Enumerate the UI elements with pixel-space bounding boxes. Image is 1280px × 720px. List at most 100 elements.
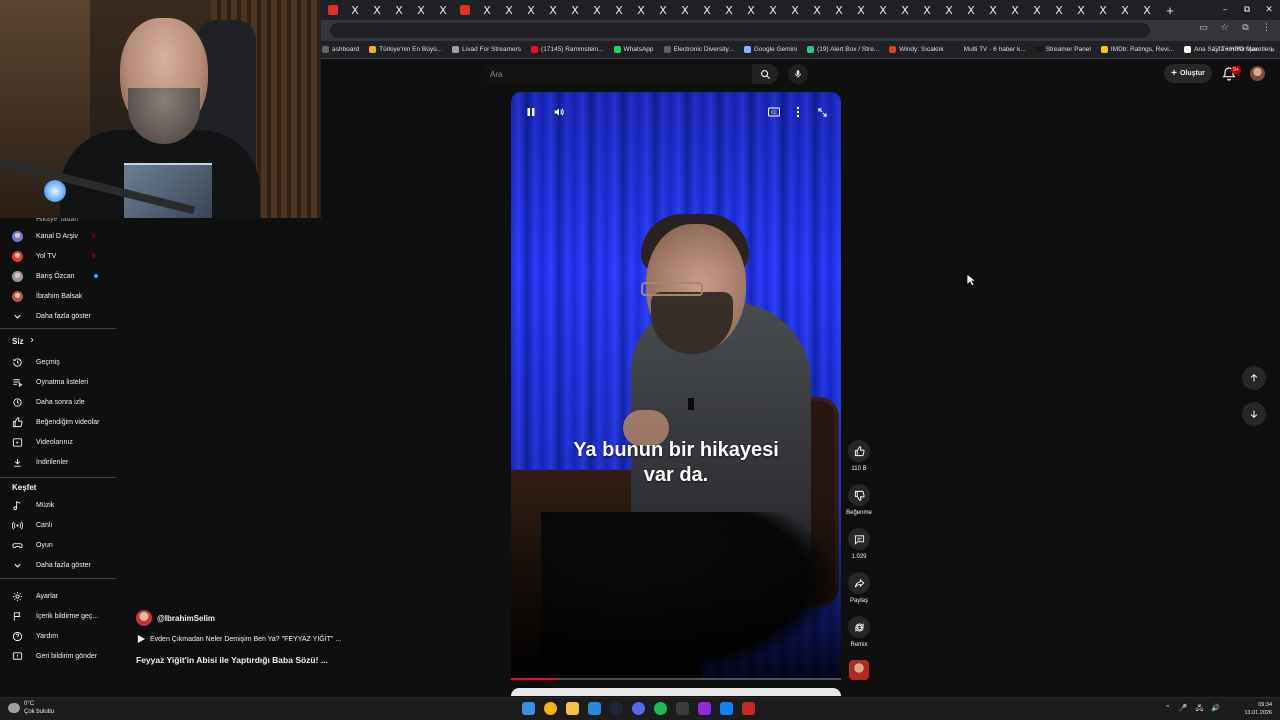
app-icon-purple[interactable] <box>698 702 711 715</box>
tab-close-icon[interactable]: X <box>747 4 755 17</box>
tab-close-icon[interactable]: X <box>901 4 909 17</box>
sidebar-item-flag[interactable]: İçerik bildirme geç... <box>0 607 116 625</box>
browser-tab[interactable]: X <box>762 0 784 20</box>
sidebar-item-settings[interactable]: Ayarlar <box>0 587 116 605</box>
browser-tab[interactable]: X <box>1114 0 1136 20</box>
sidebar-item-thumb-up[interactable]: Beğendiğim videolar <box>0 413 116 431</box>
bookmark-item[interactable]: (17145) Rammstein... <box>531 46 604 53</box>
tab-close-icon[interactable]: X <box>945 4 953 17</box>
tab-close-icon[interactable]: X <box>791 4 799 17</box>
browser-tab[interactable]: X <box>520 0 542 20</box>
tab-close-icon[interactable]: X <box>1055 4 1063 17</box>
share-button[interactable]: Paylaş <box>844 572 874 604</box>
sidebar-item-download[interactable]: İndirilenler <box>0 453 116 471</box>
tab-close-icon[interactable]: X <box>923 4 931 17</box>
browser-tab[interactable]: X <box>366 0 388 20</box>
tab-close-icon[interactable]: X <box>1143 4 1151 17</box>
short-video-player[interactable]: CC Ya bunun bir hikayesi var da. <box>511 92 841 680</box>
volume-button[interactable] <box>553 106 565 118</box>
tab-close-icon[interactable]: X <box>835 4 843 17</box>
network-icon[interactable]: 🖧 <box>1195 704 1203 715</box>
fullscreen-button[interactable] <box>816 106 828 118</box>
tab-close-icon[interactable]: X <box>549 4 557 17</box>
tab-close-icon[interactable]: X <box>1121 4 1129 17</box>
tab-close-icon[interactable]: X <box>615 4 623 17</box>
browser-tab[interactable]: X <box>938 0 960 20</box>
browser-tab[interactable]: X <box>608 0 630 20</box>
tab-close-icon[interactable]: X <box>703 4 711 17</box>
browser-tab[interactable]: X <box>498 0 520 20</box>
sidebar-item-help[interactable]: Yardım <box>0 627 116 645</box>
tab-close-icon[interactable]: X <box>857 4 865 17</box>
browser-tab[interactable]: X <box>850 0 872 20</box>
sidebar-subscription[interactable]: İbrahim Balsak <box>0 287 116 305</box>
tab-close-icon[interactable]: X <box>527 4 535 17</box>
captions-button[interactable]: CC <box>768 106 780 118</box>
tab-close-icon[interactable]: X <box>659 4 667 17</box>
sidebar-subscription[interactable]: Kanal D Arşiv)) <box>0 227 116 245</box>
tab-close-icon[interactable]: X <box>417 4 425 17</box>
tab-close-icon[interactable]: X <box>505 4 513 17</box>
short-title[interactable]: Feyyaz Yiğit'in Abisi ile Yaptırdığı Bab… <box>136 655 328 665</box>
sidebar-subscription[interactable]: Barış Özcan <box>0 267 116 285</box>
star-icon[interactable]: ☆ <box>1219 23 1230 34</box>
bookmark-item[interactable]: Electronic Diversity... <box>663 46 734 53</box>
sidebar-item-music[interactable]: Müzik <box>0 496 116 514</box>
tab-close-icon[interactable]: X <box>395 4 403 17</box>
tab-close-icon[interactable]: X <box>967 4 975 17</box>
browser-tab[interactable]: X <box>894 0 916 20</box>
browser-tab[interactable]: X <box>432 0 454 20</box>
short-channel[interactable]: @IbrahimSelim <box>136 610 215 626</box>
windows-start-icon[interactable] <box>522 702 535 715</box>
remix-button[interactable]: Remix <box>844 616 874 648</box>
previous-short-button[interactable] <box>1242 366 1266 390</box>
voice-search-button[interactable] <box>788 64 808 84</box>
tab-close-icon[interactable]: X <box>483 4 491 17</box>
close-window-icon[interactable]: ✕ <box>1258 0 1280 20</box>
browser-tab[interactable]: X <box>410 0 432 20</box>
bookmark-item[interactable]: Multi TV - 6 haber k... <box>953 46 1026 53</box>
sidebar-section-you[interactable]: Siz <box>12 336 36 346</box>
sidebar-item-your-videos[interactable]: Videolarınız <box>0 433 116 451</box>
browser-tab[interactable]: X <box>1136 0 1158 20</box>
bookmark-item[interactable]: Livad For Streamers <box>452 46 521 53</box>
related-video-link[interactable]: Evden Çıkmadan Neler Demişim Ben Ya? "FE… <box>137 635 341 643</box>
browser-tab[interactable]: X <box>586 0 608 20</box>
tab-close-icon[interactable]: X <box>373 4 381 17</box>
browser-tab[interactable]: X <box>476 0 498 20</box>
browser-tab[interactable]: X <box>1048 0 1070 20</box>
bookmark-item[interactable]: ashboard <box>322 46 359 53</box>
browser-tab[interactable]: X <box>806 0 828 20</box>
cast-icon[interactable]: ▭ <box>1198 23 1209 34</box>
extensions-icon[interactable]: ⧉ <box>1240 23 1251 34</box>
dislike-button[interactable]: Beğenme <box>844 484 874 516</box>
browser-tab[interactable]: X <box>652 0 674 20</box>
bookmark-item[interactable]: (19) Alert Box / Stre... <box>807 46 879 53</box>
browser-tab[interactable] <box>322 0 344 20</box>
sound-thumbnail[interactable] <box>849 660 869 680</box>
bookmark-item[interactable]: Windy: Sıcaklık <box>889 46 944 53</box>
menu-icon[interactable]: ⋮ <box>1261 23 1272 34</box>
channel-handle[interactable]: @IbrahimSelim <box>157 614 215 623</box>
browser-tab[interactable]: X <box>740 0 762 20</box>
sidebar-explore-more[interactable]: Daha fazla göster <box>0 556 116 574</box>
tab-close-icon[interactable]: X <box>989 4 997 17</box>
minimize-icon[interactable]: – <box>1214 0 1236 20</box>
taskbar-clock[interactable]: 09:34 13.01.2026 <box>1244 701 1272 717</box>
like-button[interactable]: 110 B <box>844 440 874 472</box>
microphone-tray-icon[interactable]: 🎤 <box>1179 704 1188 715</box>
address-bar[interactable] <box>330 23 1150 38</box>
sidebar-item-live[interactable]: Canlı <box>0 516 116 534</box>
app-icon-azure[interactable] <box>720 702 733 715</box>
sidebar-item-gaming[interactable]: Oyun <box>0 536 116 554</box>
account-avatar[interactable] <box>1250 66 1265 81</box>
sidebar-show-more[interactable]: Daha fazla göster <box>0 307 116 325</box>
bookmark-item[interactable]: Streamer Panel <box>1035 46 1091 53</box>
video-progress-bar[interactable] <box>511 678 841 680</box>
all-bookmarks-button[interactable]: 🗀 Tüm Yer İşaretleri <box>1213 45 1272 56</box>
browser-tab[interactable] <box>454 0 476 20</box>
file-explorer-icon[interactable] <box>566 702 579 715</box>
app-icon-blue[interactable] <box>588 702 601 715</box>
tab-close-icon[interactable]: X <box>351 4 359 17</box>
bookmark-item[interactable]: Türkiye'nin En Büyü... <box>369 46 442 53</box>
